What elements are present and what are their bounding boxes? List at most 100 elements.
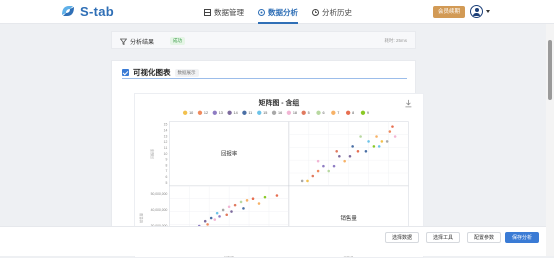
member-renew-button[interactable]: 会员续期 (433, 6, 466, 18)
data-point (380, 140, 384, 143)
download-icon[interactable] (405, 99, 412, 108)
y-tick-label: 8 (165, 163, 167, 167)
data-point (233, 203, 237, 207)
legend-label: 10 (189, 111, 193, 115)
data-point (218, 215, 221, 218)
legend-marker (197, 110, 203, 115)
data-point (372, 145, 376, 148)
footer-toolbar: 选择数据 选择工具 配置参数 保存分析 (0, 226, 546, 256)
data-point (227, 205, 231, 209)
legend-label: 12 (204, 111, 208, 115)
data-point (351, 145, 354, 148)
legend-marker (345, 110, 351, 115)
data-point (251, 197, 255, 200)
nav-data-management[interactable]: 数据管理 (204, 0, 244, 24)
data-point (221, 208, 225, 212)
nav-data-analysis[interactable]: 数据分析 (258, 0, 298, 24)
y-tick-label: 14 (164, 128, 168, 132)
data-point (275, 194, 279, 197)
data-point (385, 140, 389, 143)
y-axis-title: 回报率 (150, 148, 155, 159)
legend-label: 14 (234, 111, 238, 115)
select-tool-button[interactable]: 选择工具 (426, 232, 461, 243)
data-point (375, 135, 378, 138)
compass-icon (258, 8, 265, 16)
data-point (327, 169, 331, 173)
data-point (263, 195, 267, 199)
chart-legend: 10 12 13 14 11 15 16 18 5 6 7 8 9 (182, 110, 369, 115)
app-logo[interactable]: S-tab (60, 3, 114, 19)
scrollbar-thumb[interactable] (548, 40, 552, 100)
config-params-button[interactable]: 配置参数 (467, 232, 502, 243)
data-point (388, 130, 392, 133)
y-tick-label: 15 (164, 123, 168, 127)
y-tick-label: 7 (165, 169, 167, 173)
y-tick-label: 11 (164, 146, 168, 150)
legend-label: 15 (263, 111, 267, 115)
data-point (391, 125, 394, 128)
legend-marker (242, 110, 247, 115)
main-nav: 数据管理 数据分析 分析历史 (204, 0, 352, 24)
data-point (338, 154, 341, 158)
vis-tag: 数据展示 (174, 68, 199, 77)
legend-marker (316, 110, 321, 115)
top-bar: S-tab 数据管理 数据分析 分析历史 会员续期 (0, 0, 554, 24)
data-point (332, 164, 336, 168)
data-point (335, 150, 338, 153)
data-point (316, 169, 320, 173)
panel-label-top-left: 回报率 (221, 150, 238, 158)
data-point (343, 159, 346, 163)
chevron-down-icon[interactable] (486, 10, 490, 13)
nav-label: 数据分析 (268, 7, 298, 17)
data-point (213, 218, 217, 221)
data-point (348, 154, 352, 158)
data-point (245, 199, 249, 202)
vis-header: 可视化图表 数据展示 (122, 67, 199, 78)
legend-marker (286, 110, 292, 115)
vis-title: 可视化图表 (133, 68, 171, 77)
logo-icon (62, 6, 74, 16)
clock-icon (312, 8, 319, 16)
legend-label: 5 (308, 111, 310, 115)
y-tick-label: 9 (165, 158, 167, 162)
divider (122, 78, 407, 79)
panel-label-bottom-right: 销售量 (341, 214, 358, 222)
legend-label: 11 (248, 111, 252, 115)
data-point (300, 179, 304, 183)
nav-label: 数据管理 (214, 7, 244, 17)
checkbox[interactable] (122, 69, 129, 76)
select-data-button[interactable]: 选择数据 (385, 232, 420, 243)
data-point (316, 159, 320, 163)
legend-marker (257, 110, 262, 115)
nav-label: 分析历史 (322, 7, 352, 17)
y-tick-label: 5 (165, 181, 167, 185)
legend-label: 7 (337, 111, 339, 115)
data-point (225, 213, 229, 217)
y-axis-title: 销售量 (139, 212, 144, 223)
filter-icon (120, 38, 127, 45)
status-badge: 成功 (170, 37, 185, 45)
legend-marker (182, 110, 188, 115)
data-point (367, 140, 370, 143)
legend-marker (331, 110, 336, 115)
y-tick-label: 12 (164, 140, 168, 144)
analysis-result-card: 分析结果 成功 耗时: 25ms (111, 31, 416, 49)
data-point (215, 211, 219, 215)
data-point (359, 135, 362, 138)
data-point (377, 145, 381, 148)
nav-analysis-history[interactable]: 分析历史 (312, 0, 352, 24)
save-analysis-button[interactable]: 保存分析 (505, 232, 540, 243)
legend-label: 9 (367, 111, 369, 115)
data-point (209, 216, 213, 220)
data-point (242, 207, 245, 210)
data-point (322, 164, 325, 168)
legend-label: 6 (322, 111, 324, 115)
result-header: 分析结果 (120, 37, 154, 46)
legend-marker (271, 110, 277, 115)
grid-icon (204, 8, 211, 16)
y-tick-label: 10 (164, 152, 168, 156)
data-point (306, 179, 309, 183)
user-avatar-icon[interactable] (470, 5, 483, 18)
logo-text: S-tab (80, 3, 114, 19)
legend-label: 8 (352, 111, 354, 115)
